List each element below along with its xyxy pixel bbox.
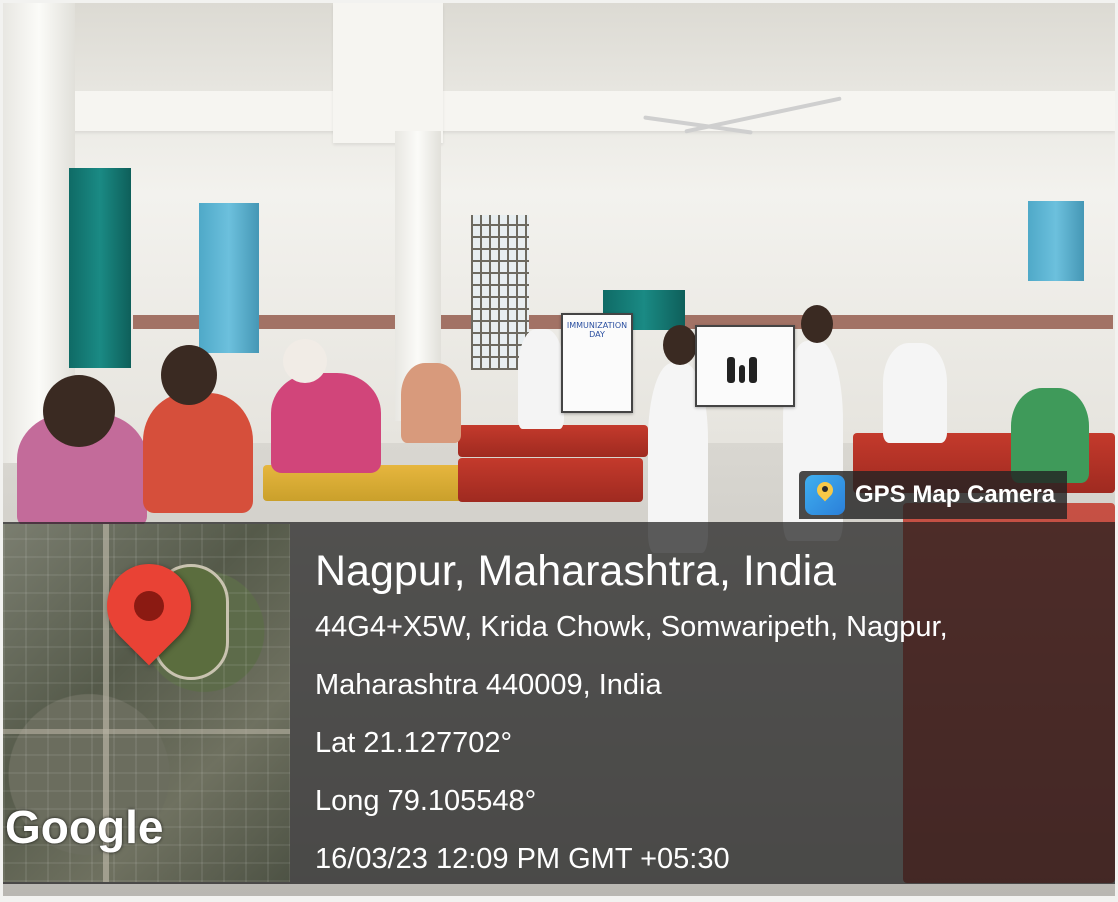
- app-name-label: GPS Map Camera: [855, 481, 1056, 508]
- latitude: Lat 21.127702°: [315, 727, 513, 759]
- map-pin-app-icon: [805, 475, 845, 515]
- curtain-blue: [199, 203, 259, 353]
- address-line-1: 44G4+X5W, Krida Chowk, Somwaripeth, Nagp…: [315, 611, 948, 643]
- student-head: [801, 305, 833, 343]
- patient-head: [43, 375, 115, 447]
- longitude: Long 79.105548°: [315, 785, 537, 817]
- patient-figure: [401, 363, 461, 443]
- student-head: [663, 325, 697, 365]
- location-title: Nagpur, Maharashtra, India: [315, 547, 837, 595]
- ceiling-beam: [333, 3, 443, 143]
- map-road: [3, 729, 290, 734]
- patient-head: [161, 345, 217, 405]
- student-nurse: [518, 329, 564, 429]
- patient-figure: [1011, 388, 1089, 483]
- family-figure-icon: [727, 357, 735, 383]
- location-pin-dot: [134, 591, 164, 621]
- ceiling-beam: [3, 91, 1115, 131]
- family-figure-icon: [739, 365, 745, 383]
- gps-map-camera-badge: GPS Map Camera: [799, 471, 1068, 519]
- address-line-2: Maharashtra 440009, India: [315, 669, 662, 701]
- patient-head: [283, 339, 327, 383]
- curtain-blue-right: [1028, 201, 1084, 281]
- curtain-teal: [69, 168, 131, 368]
- bed-red-middle: [458, 458, 643, 502]
- map-brand-logo: Google: [5, 801, 164, 853]
- immunization-poster: IMMUNIZATION DAY: [561, 313, 633, 413]
- poster-text: IMMUNIZATION DAY: [566, 321, 628, 339]
- photo-frame: IMMUNIZATION DAY GPS Map Camera Google N…: [3, 3, 1115, 896]
- patient-figure: [143, 393, 253, 513]
- location-details: Nagpur, Maharashtra, India 44G4+X5W, Kri…: [315, 544, 948, 888]
- student-nurse: [883, 343, 947, 443]
- patient-figure: [271, 373, 381, 473]
- timestamp: 16/03/23 12:09 PM GMT +05:30: [315, 843, 730, 875]
- family-poster: [695, 325, 795, 407]
- family-figure-icon: [749, 357, 757, 383]
- bed-back: [458, 425, 648, 457]
- map-thumbnail: Google: [3, 524, 290, 882]
